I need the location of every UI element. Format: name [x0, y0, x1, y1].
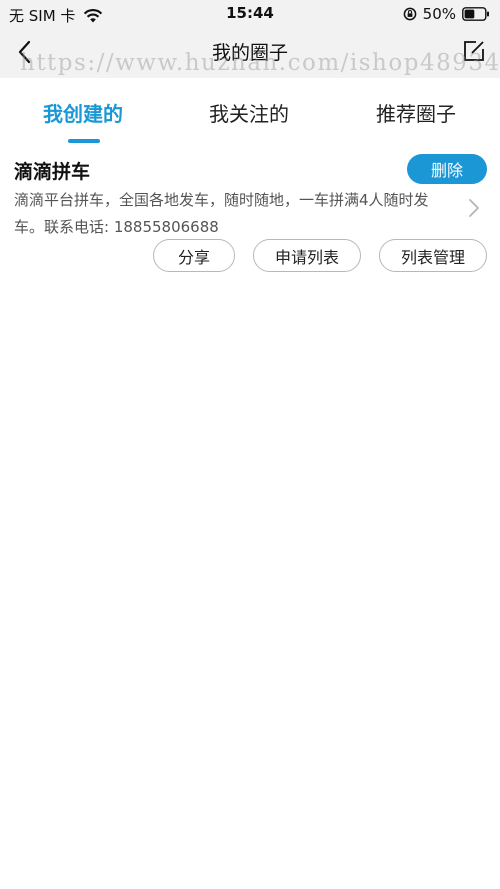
delete-button[interactable]: 删除 — [407, 154, 487, 184]
rotation-lock-icon — [403, 7, 417, 21]
status-bar: 无 SIM 卡 15:44 50% — [0, 0, 500, 28]
tab-bar: 我创建的 我关注的 推荐圈子 — [0, 78, 500, 144]
apply-list-button[interactable]: 申请列表 — [253, 239, 361, 272]
content-background — [0, 282, 500, 889]
active-tab-indicator — [68, 139, 100, 143]
battery-percent: 50% — [422, 5, 456, 23]
circle-description: 滴滴平台拼车，全国各地发车，随时随地，一车拼满4人随时发车。联系电话: 1885… — [14, 191, 429, 236]
list-manage-button[interactable]: 列表管理 — [379, 239, 487, 272]
battery-icon — [462, 7, 489, 21]
circle-card[interactable]: 滴滴拼车 删除 滴滴平台拼车，全国各地发车，随时随地，一车拼满4人随时发车。联系… — [0, 144, 500, 282]
tab-recommended[interactable]: 推荐圈子 — [376, 98, 456, 127]
circle-title: 滴滴拼车 — [14, 161, 91, 183]
tab-created[interactable]: 我创建的 — [43, 98, 123, 127]
watermark: https://www.huzhan.com/ishop48934 — [20, 50, 500, 76]
share-button[interactable]: 分享 — [153, 239, 235, 272]
tab-following[interactable]: 我关注的 — [209, 98, 289, 127]
chevron-right-icon[interactable] — [468, 198, 480, 218]
status-right: 50% — [403, 5, 490, 23]
